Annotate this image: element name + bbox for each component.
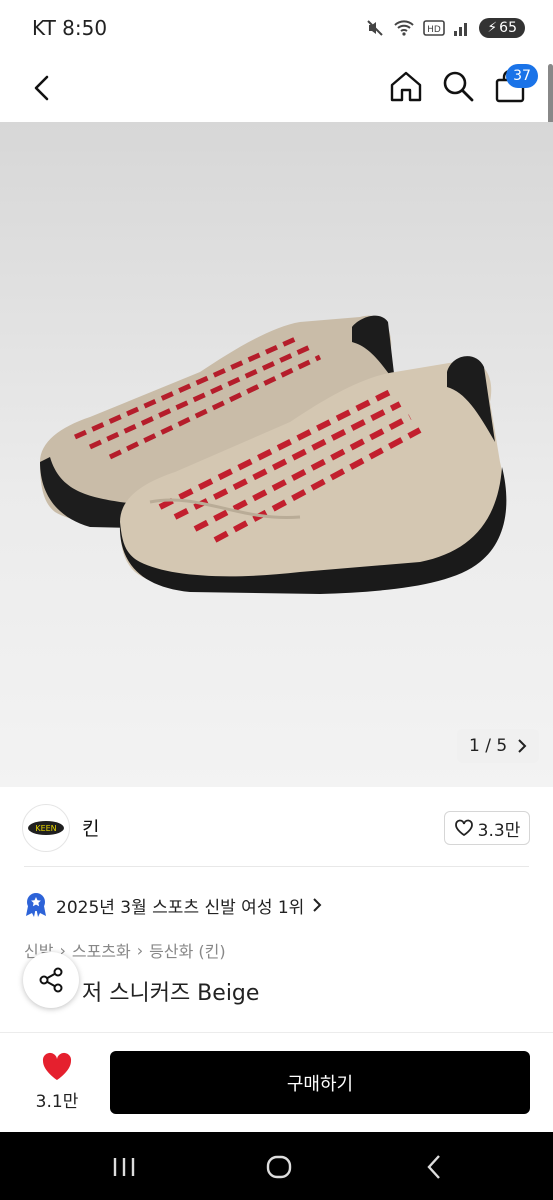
buy-button[interactable]: 구매하기	[110, 1051, 530, 1114]
battery-level: 65	[499, 20, 517, 36]
mute-icon	[367, 20, 384, 36]
share-button[interactable]	[23, 952, 79, 1008]
status-bar: KT 8:50 HD ⚡ 65	[0, 0, 553, 56]
chevron-right-icon: ›	[136, 940, 144, 960]
back-button[interactable]	[22, 68, 62, 108]
search-button[interactable]	[438, 66, 478, 106]
brand-logo-text: KEEN	[35, 824, 56, 833]
image-counter[interactable]: 1 / 5	[457, 729, 540, 763]
home-nav-button[interactable]	[259, 1152, 299, 1182]
chevron-right-icon	[518, 739, 527, 753]
heart-outline-icon	[454, 819, 473, 837]
like-count: 3.3만	[477, 820, 521, 841]
brand-row: KEEN 킨 3.3만	[0, 800, 553, 866]
hd-icon: HD	[423, 20, 446, 36]
rank-badge-icon	[26, 893, 46, 917]
back-arrow-icon	[427, 1155, 440, 1179]
battery-indicator: ⚡ 65	[479, 18, 525, 38]
ranking-link[interactable]: 2025년 3월 스포츠 신발 여성 1위	[24, 888, 322, 922]
product-title: 저 스니커즈 Beige	[82, 981, 260, 1006]
heart-icon	[42, 1052, 72, 1080]
status-icons: HD ⚡ 65	[365, 18, 525, 38]
sneaker-illustration	[40, 315, 507, 594]
app-header	[0, 56, 553, 122]
system-nav-bar	[0, 1132, 553, 1200]
search-icon	[443, 71, 474, 102]
scrollbar[interactable]	[548, 64, 553, 124]
back-nav-button[interactable]	[414, 1152, 454, 1182]
svg-text:HD: HD	[427, 25, 441, 35]
wish-count: 3.1만	[35, 1092, 79, 1112]
breadcrumb-item[interactable]: 스포츠화	[72, 938, 131, 962]
like-button[interactable]: 3.3만	[444, 811, 530, 845]
chevron-right-icon	[313, 898, 322, 912]
brand-name[interactable]: 킨	[82, 814, 99, 841]
breadcrumb-item[interactable]: 등산화 (킨)	[149, 938, 225, 962]
home-icon	[390, 71, 422, 102]
charging-icon: ⚡	[487, 20, 498, 36]
keen-logo-icon: KEEN	[28, 821, 64, 835]
recent-apps-button[interactable]	[104, 1152, 144, 1182]
home-circle-icon	[266, 1155, 292, 1179]
home-button[interactable]	[386, 66, 426, 106]
bottom-action-bar: 3.1만 구매하기	[0, 1032, 553, 1132]
divider	[24, 866, 529, 867]
image-counter-text: 1 / 5	[469, 736, 508, 756]
share-icon	[39, 967, 63, 993]
signal-icon	[454, 23, 468, 36]
back-icon	[34, 75, 49, 101]
recent-apps-icon	[113, 1158, 135, 1176]
brand-logo[interactable]: KEEN	[22, 804, 70, 852]
cart-count-badge: 37	[506, 64, 538, 88]
wish-button[interactable]	[40, 1051, 74, 1085]
product-image[interactable]	[0, 122, 553, 787]
wifi-icon	[394, 20, 415, 36]
carrier-time: KT 8:50	[32, 16, 108, 40]
ranking-text: 2025년 3월 스포츠 신발 여성 1위	[56, 897, 305, 918]
